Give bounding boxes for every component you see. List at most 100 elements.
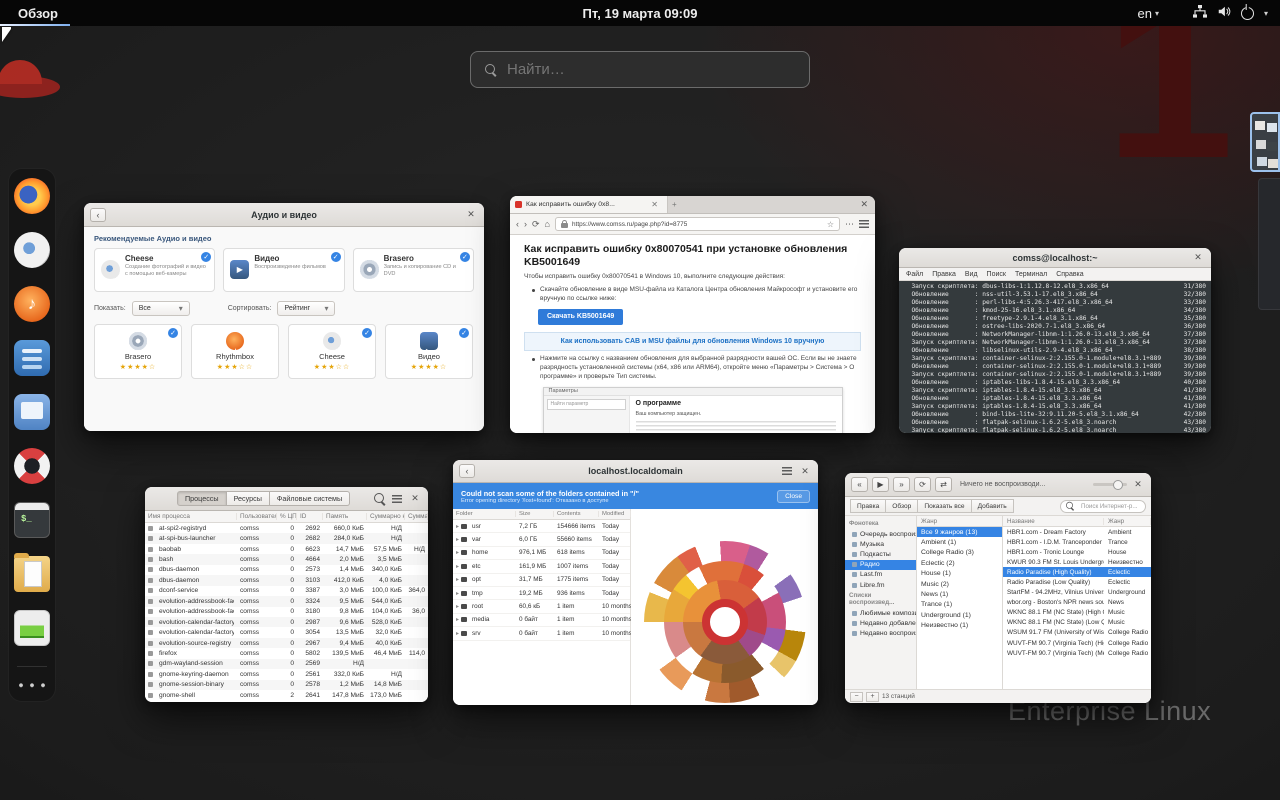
window-software[interactable]: ‹ Аудио и видео ✕ Рекомендуемые Аудио и … xyxy=(84,203,484,431)
close-button[interactable]: ✕ xyxy=(1131,478,1145,492)
download-kb-button[interactable]: Скачать KB5001649 xyxy=(538,309,624,325)
folder-row[interactable]: root 60,6 кБ 1 item 10 months xyxy=(453,600,631,614)
column-header[interactable]: Folder xyxy=(453,511,516,517)
genre-row[interactable]: Music (2) xyxy=(917,579,1002,589)
folder-row[interactable]: srv 0 байт 1 item 10 months xyxy=(453,627,631,641)
back-icon[interactable]: ‹ xyxy=(516,219,519,229)
process-row[interactable]: gdm-wayland-session comss 0 2569 Н/Д xyxy=(145,658,428,670)
workspace-thumbnail-2[interactable] xyxy=(1258,178,1280,310)
genre-row[interactable]: Eclectic (2) xyxy=(917,558,1002,568)
process-row[interactable]: evolution-source-registry comss 0 2967 9… xyxy=(145,637,428,649)
genre-row[interactable]: Все 9 жанров (13) xyxy=(917,527,1002,538)
folder-row[interactable]: etc 161,9 МБ 1007 items Today xyxy=(453,560,630,574)
expander-icon[interactable] xyxy=(456,563,459,570)
column-header[interactable]: Суммарно к... xyxy=(367,513,405,520)
system-menu-caret-icon[interactable]: ▾ xyxy=(1264,9,1268,18)
station-row[interactable]: KWUR 90.3 FM St. Louis Undergroun...Неиз… xyxy=(1003,557,1151,567)
playlist-item[interactable]: Недавно добавленные xyxy=(845,618,916,628)
column-header[interactable]: Название xyxy=(1003,517,1104,525)
genre-row[interactable]: Underground (1) xyxy=(917,610,1002,620)
folder-row[interactable]: var 6,0 ГБ 55660 items Today xyxy=(453,533,630,547)
window-firefox[interactable]: Как исправить ошибку 0x8... ✕ + ✕ ‹ › ⟳ … xyxy=(510,196,875,433)
window-system-monitor[interactable]: Процессы Ресурсы Файловые системы ✕ Имя пр… xyxy=(145,487,428,702)
featured-app-card[interactable]: Видео Воспроизведение фильмов xyxy=(223,248,345,292)
show-apps-icon[interactable] xyxy=(16,678,48,693)
genre-row[interactable]: Trance (1) xyxy=(917,600,1002,610)
system-monitor-icon[interactable] xyxy=(14,610,50,646)
sidebar-item[interactable]: Last.fm xyxy=(845,570,916,580)
boxes-icon[interactable] xyxy=(14,394,50,430)
add-button[interactable]: + xyxy=(866,691,879,702)
tab[interactable]: Процессы xyxy=(177,491,227,506)
infobar-close-button[interactable]: Close xyxy=(777,489,810,503)
folder-row[interactable]: opt 31,7 МБ 1775 items Today xyxy=(453,574,630,587)
folder-row[interactable]: home 976,1 МБ 618 items Today xyxy=(453,547,630,561)
menu-item[interactable]: Справка xyxy=(1056,271,1083,278)
menu-icon[interactable] xyxy=(859,220,869,228)
previous-track-button[interactable]: « xyxy=(851,477,868,492)
close-button[interactable]: ✕ xyxy=(1191,251,1205,265)
reload-icon[interactable]: ⟳ xyxy=(532,219,540,230)
menu-item[interactable]: Вид xyxy=(965,271,978,278)
power-icon[interactable] xyxy=(1240,6,1254,20)
column-header[interactable]: ID xyxy=(297,513,323,520)
process-row[interactable]: evolution-addressbook-factory-... comss … xyxy=(145,607,428,617)
forward-icon[interactable]: › xyxy=(524,219,527,229)
expander-icon[interactable] xyxy=(456,523,459,530)
column-header[interactable]: Contents xyxy=(554,511,599,517)
shuffle-icon[interactable]: ⇄ xyxy=(935,477,952,492)
home-icon[interactable]: ⌂ xyxy=(545,219,550,229)
volume-slider[interactable] xyxy=(1093,479,1127,490)
column-header[interactable]: Жанр xyxy=(1104,517,1151,525)
terminal-icon[interactable] xyxy=(14,502,50,538)
column-header[interactable]: Суммар... xyxy=(405,513,428,520)
expander-icon[interactable] xyxy=(456,630,459,637)
expander-icon[interactable] xyxy=(456,603,459,610)
station-row[interactable]: WKNC 88.1 FM (NC State) (Low Qual...Musi… xyxy=(1003,618,1151,628)
workspace-thumbnail-1[interactable] xyxy=(1250,112,1280,172)
menu-item[interactable]: Правка xyxy=(932,271,956,278)
genre-row[interactable]: College Radio (3) xyxy=(917,548,1002,558)
rhythmbox-icon[interactable] xyxy=(14,286,50,322)
app-tile[interactable]: Rhythmbox ★★★☆☆ xyxy=(191,324,279,379)
toolbar-button[interactable]: Обзор xyxy=(886,499,919,513)
app-tile[interactable]: Brasero ★★★★☆ xyxy=(94,324,182,379)
url-bar[interactable]: https://www.comss.ru/page.php?id=8775 ☆ xyxy=(554,217,840,231)
sidebar-item[interactable]: Музыка xyxy=(845,539,916,549)
play-button[interactable]: ▶ xyxy=(872,477,889,492)
bookmark-star-icon[interactable]: ☆ xyxy=(827,220,834,229)
window-terminal[interactable]: comss@localhost:~ ✕ Файл Правка Вид Поиск Те… xyxy=(899,248,1211,433)
menu-item[interactable]: Файл xyxy=(906,271,923,278)
genre-row[interactable]: Ambient (1) xyxy=(917,537,1002,547)
remove-button[interactable]: − xyxy=(850,691,863,702)
toolbar-button[interactable]: Показать все xyxy=(918,499,972,513)
cheese-icon[interactable] xyxy=(14,232,50,268)
menu-item[interactable]: Поиск xyxy=(987,271,1006,278)
genre-row[interactable]: House (1) xyxy=(917,569,1002,579)
back-button[interactable]: ‹ xyxy=(90,207,106,222)
process-row[interactable]: firefox comss 0 5802 139,5 МиБ 46,4 МиБ … xyxy=(145,648,428,658)
process-row[interactable]: evolution-calendar-factory-subp... comss… xyxy=(145,627,428,637)
back-button[interactable]: ‹ xyxy=(459,464,475,478)
folder-row[interactable]: usr 7,2 ГБ 154666 items Today xyxy=(453,520,630,534)
files-icon[interactable] xyxy=(14,553,50,592)
folder-row[interactable]: tmp 19,2 МБ 936 items Today xyxy=(453,587,630,601)
help-icon[interactable] xyxy=(14,448,50,484)
station-row[interactable]: HBR1.com - I.D.M. Tranceponder Trance xyxy=(1003,537,1151,547)
close-button[interactable]: ✕ xyxy=(464,208,478,222)
repeat-icon[interactable]: ⟳ xyxy=(914,477,931,492)
tab[interactable]: Файловые системы xyxy=(269,491,351,506)
folder-row[interactable]: media 0 байт 1 item 10 months xyxy=(453,614,631,628)
keyboard-layout-indicator[interactable]: en ▾ xyxy=(1138,6,1159,21)
column-header[interactable]: Имя процесса xyxy=(145,513,237,520)
close-button[interactable]: ✕ xyxy=(798,464,812,478)
sidebar-item[interactable]: Радио xyxy=(845,559,916,570)
column-header[interactable]: Size xyxy=(516,511,554,517)
software-icon[interactable] xyxy=(14,340,50,376)
genre-row[interactable]: Неизвестно (1) xyxy=(917,620,1002,630)
app-tile[interactable]: Cheese ★★★☆☆ xyxy=(288,324,376,379)
terminal-output[interactable]: Запуск скриптлета: dbus-libs-1:1.12.8-12… xyxy=(899,281,1211,433)
column-header[interactable]: Пользователь xyxy=(237,513,277,520)
column-header[interactable]: Modified xyxy=(599,511,631,517)
close-button[interactable]: ✕ xyxy=(853,199,875,210)
